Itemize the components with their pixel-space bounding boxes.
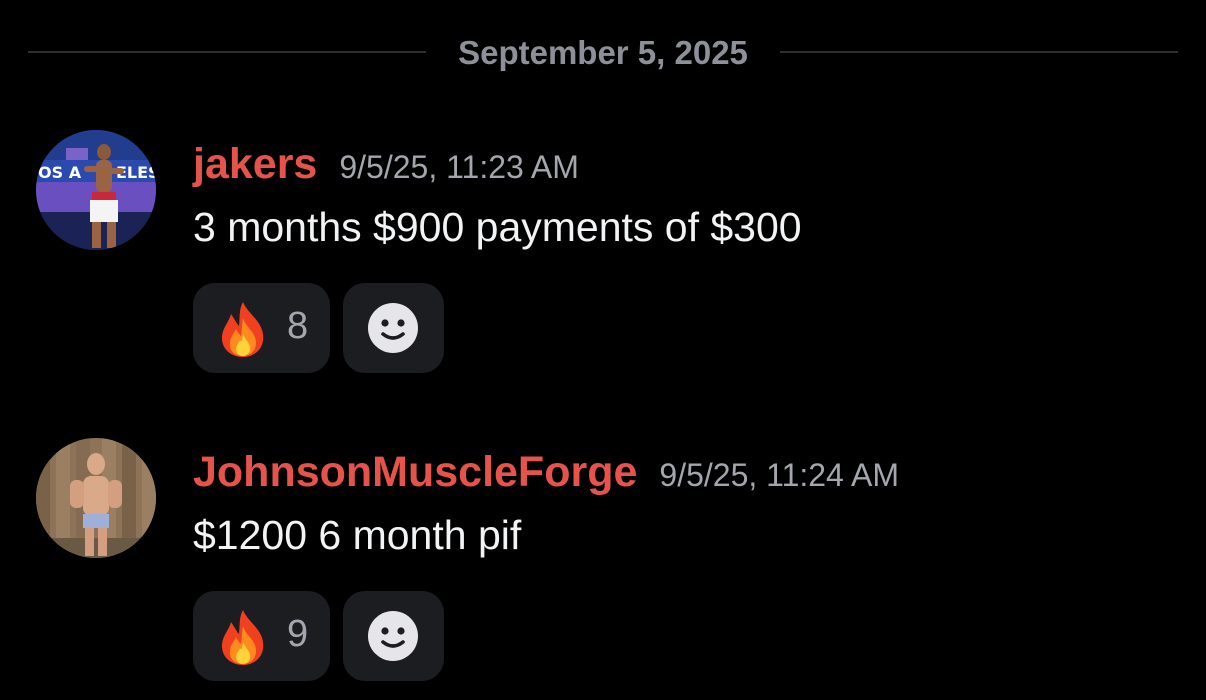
username[interactable]: JohnsonMuscleForge <box>193 448 637 496</box>
message-content: 3 months $900 payments of $300 <box>193 204 802 250</box>
timestamp: 9/5/25, 11:23 AM <box>339 149 579 185</box>
add-reaction-button[interactable] <box>343 283 444 373</box>
fire-emoji-icon <box>221 302 264 357</box>
reaction-fire[interactable]: 8 <box>193 283 330 373</box>
reaction-count: 9 <box>287 613 309 655</box>
smiley-add-reaction-icon <box>368 611 418 661</box>
date-divider: September 5, 2025 <box>28 30 1178 74</box>
date-divider-label: September 5, 2025 <box>458 34 748 71</box>
divider-line-right <box>780 51 1178 53</box>
add-reaction-button[interactable] <box>343 591 444 681</box>
avatar[interactable] <box>36 438 156 558</box>
avatar[interactable]: OS A ELES <box>36 130 156 250</box>
smiley-add-reaction-icon <box>368 303 418 353</box>
svg-text:OS A: OS A <box>38 163 82 182</box>
fire-emoji-icon <box>221 610 264 665</box>
username[interactable]: jakers <box>193 140 317 188</box>
reaction-count: 8 <box>287 305 309 347</box>
message-content: $1200 6 month pif <box>193 512 522 558</box>
divider-line-left <box>28 51 426 53</box>
reaction-fire[interactable]: 9 <box>193 591 330 681</box>
message-header: JohnsonMuscleForge 9/5/25, 11:24 AM <box>193 448 899 497</box>
timestamp: 9/5/25, 11:24 AM <box>659 457 899 493</box>
message-header: jakers 9/5/25, 11:23 AM <box>193 140 579 189</box>
